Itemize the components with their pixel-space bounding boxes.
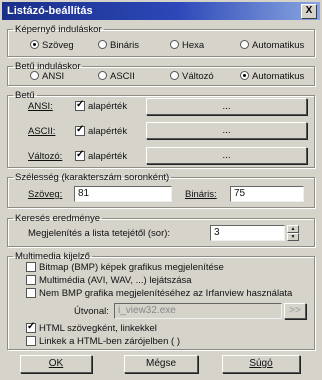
radio-icon xyxy=(170,71,179,80)
spin-down-icon[interactable]: ▼ xyxy=(287,233,299,241)
bmp-graphics-check[interactable]: Bitmap (BMP) képek grafikus megjelenítés… xyxy=(26,262,224,273)
search-rows-input[interactable]: 3 xyxy=(210,225,285,241)
font-ansi-default-check[interactable]: alapérték xyxy=(75,99,127,112)
width-binary-label: Bináris: xyxy=(185,189,217,200)
window-title: Listázó-beállítás xyxy=(7,5,93,17)
width-text-input[interactable]: 81 xyxy=(74,186,172,202)
checkbox-icon xyxy=(26,262,36,272)
html-links-bracket-check[interactable]: Linkek a HTML-ben zárójelben ( ) xyxy=(26,336,180,347)
width-text-label: Szöveg: xyxy=(28,189,63,200)
checkbox-checked-icon xyxy=(75,99,85,111)
checkbox-icon xyxy=(26,336,36,346)
checkbox-icon xyxy=(26,288,36,298)
radio-screen-hex[interactable]: Hexa xyxy=(170,40,204,51)
font-ascii-default-check[interactable]: alapérték xyxy=(75,124,127,137)
radio-font-variable[interactable]: Változó xyxy=(170,71,214,82)
radio-icon xyxy=(170,40,179,49)
radio-icon xyxy=(98,71,107,80)
radio-icon xyxy=(240,40,249,49)
multimedia-legend: Multimedia kijelző xyxy=(15,251,90,262)
browse-button[interactable]: >> xyxy=(284,303,306,319)
font-legend: Betű xyxy=(15,90,35,101)
font-ascii-label: ASCII: xyxy=(28,126,56,137)
font-variable-label: Változó: xyxy=(28,151,63,162)
html-as-text-check[interactable]: HTML szövegként, linkekkel xyxy=(26,321,157,334)
search-rows-spinner[interactable]: ▲ ▼ xyxy=(287,225,299,241)
checkbox-checked-icon xyxy=(75,149,85,161)
irfanview-check[interactable]: Nem BMP grafika megjelenítéséhez az Irfa… xyxy=(26,288,292,299)
font-variable-default-check[interactable]: alapérték xyxy=(75,149,127,162)
font-variable-choose-button[interactable]: ... xyxy=(146,147,307,164)
checkbox-icon xyxy=(26,275,36,285)
radio-icon xyxy=(98,40,107,49)
radio-screen-text[interactable]: Szöveg xyxy=(30,40,74,51)
radio-selected-icon xyxy=(240,71,249,80)
ok-button[interactable]: OK xyxy=(20,355,92,373)
search-label: Megjelenítés a lista tetejétől (sor): xyxy=(28,228,171,239)
cancel-button[interactable]: Mégse xyxy=(124,355,198,373)
radio-selected-icon xyxy=(30,40,39,49)
startup-screen-legend: Képernyő induláskor xyxy=(15,24,102,35)
font-ascii-choose-button[interactable]: ... xyxy=(146,122,307,139)
search-legend: Keresés eredménye xyxy=(15,213,101,224)
multimedia-play-check[interactable]: Multimédia (AVI, WAV, ...) lejátszása xyxy=(26,275,192,286)
radio-font-auto[interactable]: Automatikus xyxy=(240,71,304,82)
checkbox-checked-icon xyxy=(75,124,85,136)
radio-font-ansi[interactable]: ANSI xyxy=(30,71,64,82)
font-ansi-choose-button[interactable]: ... xyxy=(146,98,307,115)
help-button[interactable]: Súgó xyxy=(222,355,300,373)
title-bar: Listázó-beállítás X xyxy=(2,2,320,20)
radio-icon xyxy=(30,71,39,80)
width-legend: Szélesség (karakterszám soronként) xyxy=(15,172,170,183)
settings-dialog: Listázó-beállítás X Képernyő induláskor … xyxy=(0,0,322,380)
path-label: Útvonal: xyxy=(74,306,109,317)
path-input[interactable]: i_view32.exe xyxy=(114,303,282,319)
checkbox-checked-icon xyxy=(26,321,36,333)
width-binary-input[interactable]: 75 xyxy=(230,186,304,202)
font-ansi-label: ANSI: xyxy=(28,101,53,112)
radio-screen-binary[interactable]: Bináris xyxy=(98,40,139,51)
close-button[interactable]: X xyxy=(301,4,317,19)
radio-screen-auto[interactable]: Automatikus xyxy=(240,40,304,51)
spin-up-icon[interactable]: ▲ xyxy=(287,225,299,233)
radio-font-ascii[interactable]: ASCII xyxy=(98,71,135,82)
